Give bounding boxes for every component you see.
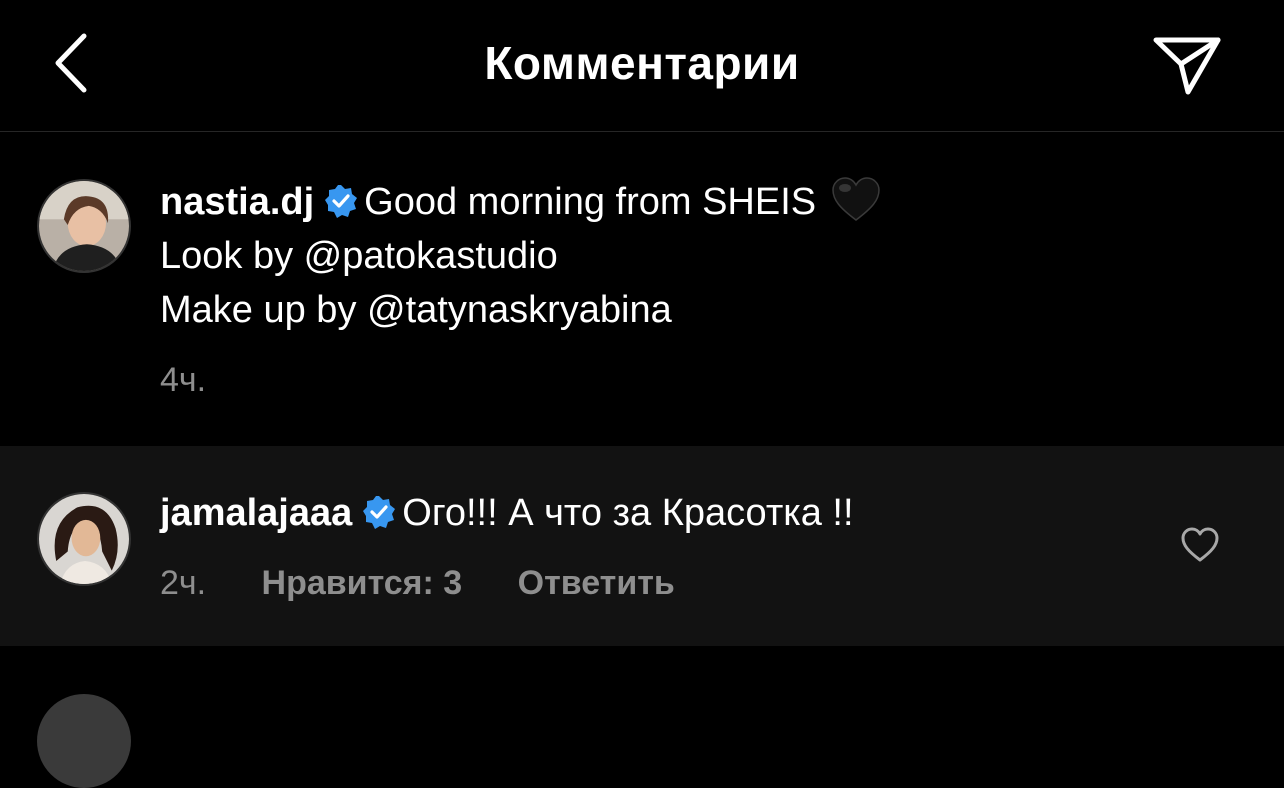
comment-username[interactable]: jamalajaaa xyxy=(160,492,352,534)
caption-username[interactable]: nastia.dj xyxy=(160,181,314,223)
avatar[interactable] xyxy=(37,694,131,788)
comment-timestamp: 2ч. xyxy=(160,564,207,602)
comment-row: jamalajaaa Ого!!! А что за Красотка !! 2ч… xyxy=(0,446,1284,646)
post-caption: nastia.dj Good morning from SHEIS Look by… xyxy=(0,133,1284,445)
page-title: Комментарии xyxy=(484,37,800,89)
verified-badge-icon xyxy=(362,495,396,529)
heart-outline-icon xyxy=(1181,527,1219,562)
verified-badge-icon xyxy=(324,184,358,218)
likes-count-link[interactable]: Нравится: 3 xyxy=(262,564,463,602)
avatar[interactable] xyxy=(37,179,131,273)
profile-photo-icon xyxy=(39,494,129,584)
like-button[interactable] xyxy=(1180,526,1220,564)
reply-button[interactable]: Ответить xyxy=(518,564,675,602)
paper-plane-icon xyxy=(1153,37,1221,95)
comment-meta: 2ч. Нравится: 3 Ответить xyxy=(160,564,721,603)
next-comment-partial xyxy=(0,646,1284,788)
comment-body: Ого!!! А что за Красотка !! xyxy=(402,492,854,534)
top-bar: Комментарии xyxy=(0,0,1284,132)
caption-line-1: Good morning from SHEIS xyxy=(364,181,817,223)
share-button[interactable] xyxy=(1150,30,1226,100)
caption-line-3: Make up by @tatynaskryabina xyxy=(160,289,672,331)
black-heart-icon xyxy=(830,176,882,224)
caption-timestamp: 4ч. xyxy=(160,361,207,399)
caption-line-2: Look by @patokastudio xyxy=(160,235,558,277)
profile-photo-icon xyxy=(39,181,129,271)
caption-meta: 4ч. xyxy=(160,361,252,400)
caption-text: nastia.dj Good morning from SHEIS Look by… xyxy=(160,175,882,337)
avatar[interactable] xyxy=(37,492,131,586)
comment-text: jamalajaaa Ого!!! А что за Красотка !! xyxy=(160,486,854,540)
